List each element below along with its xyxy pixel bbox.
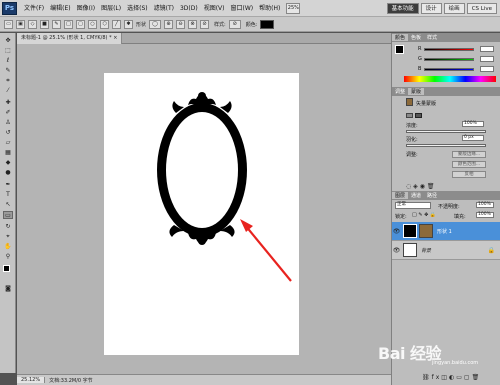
layer-name[interactable]: 形状 1 bbox=[437, 228, 452, 235]
tab-masks[interactable]: 蒙版 bbox=[408, 88, 425, 95]
zoom-status[interactable]: 25.12% bbox=[17, 377, 46, 383]
feather-slider[interactable] bbox=[406, 144, 486, 147]
channel-b-input[interactable] bbox=[480, 66, 494, 72]
panel-footer-icons: ◌ ◈ ◉ 🗑 bbox=[406, 183, 435, 190]
feather-input[interactable]: 0 px bbox=[462, 135, 484, 141]
tab-paths[interactable]: 路径 bbox=[424, 192, 440, 199]
layers-footer-icons: ⛓fx◫◐▭▢🗑 bbox=[422, 374, 481, 381]
channel-r-input[interactable] bbox=[480, 46, 494, 52]
status-bar: 25.12% 文档:33.2M/0 字节 bbox=[17, 374, 391, 385]
trash-icon[interactable]: 🗑 bbox=[472, 374, 482, 381]
apply-mask-icon[interactable]: ◈ bbox=[413, 183, 418, 190]
folder-icon[interactable]: ▭ bbox=[456, 374, 464, 381]
mask-thumbnail bbox=[406, 98, 413, 106]
layer-row-shape[interactable]: 👁 形状 1 bbox=[392, 222, 500, 241]
visibility-eye-icon[interactable]: 👁 bbox=[392, 247, 401, 254]
channel-b-slider[interactable] bbox=[424, 68, 474, 71]
refine-label: 调整: bbox=[406, 152, 418, 158]
layers-panel-header: 图层 通道 路径 bbox=[392, 191, 500, 200]
visibility-eye-icon[interactable]: 👁 bbox=[392, 228, 401, 235]
blend-mode-select[interactable]: 正常 bbox=[395, 202, 431, 209]
tab-channels[interactable]: 通道 bbox=[408, 192, 424, 199]
density-slider[interactable] bbox=[406, 130, 486, 133]
tab-styles[interactable]: 样式 bbox=[424, 34, 440, 41]
channel-g-slider[interactable] bbox=[424, 58, 474, 61]
channel-b-label: B bbox=[418, 66, 422, 72]
link-icon[interactable]: ⛓ bbox=[422, 374, 432, 381]
invert-button[interactable]: 反相 bbox=[452, 171, 486, 178]
tab-layers[interactable]: 图层 bbox=[392, 192, 409, 199]
feather-label: 羽化: bbox=[406, 137, 418, 143]
mask-edge-button[interactable]: 蒙版边缘... bbox=[452, 151, 486, 158]
color-spectrum[interactable] bbox=[404, 76, 496, 82]
fill-label: 填充: bbox=[454, 214, 466, 220]
baidu-watermark-url: jingyan.baidu.com bbox=[432, 360, 479, 366]
file-size-status: 文档:33.2M/0 字节 bbox=[49, 377, 93, 384]
panel-foreground-swatch[interactable] bbox=[395, 45, 404, 54]
density-label: 浓度: bbox=[406, 123, 418, 129]
lock-icon: 🔒 bbox=[487, 246, 495, 254]
tab-swatches[interactable]: 色板 bbox=[408, 34, 424, 41]
color-range-button[interactable]: 颜色范围... bbox=[452, 161, 486, 168]
load-selection-icon[interactable]: ◌ bbox=[406, 183, 411, 190]
tab-color[interactable]: 颜色 bbox=[392, 34, 409, 41]
lock-icons[interactable]: □ ✎ ✥ 🔒 bbox=[412, 212, 436, 218]
channel-g-label: G bbox=[418, 56, 422, 62]
panel-dock: 颜色 色板 样式 R G B 调整 蒙版 矢量蒙版 浓度: 100% 羽化: 0… bbox=[391, 33, 500, 385]
opacity-label: 不透明度: bbox=[438, 204, 460, 210]
channel-r-slider[interactable] bbox=[424, 48, 474, 51]
channel-r-label: R bbox=[418, 46, 422, 52]
masks-panel-header: 调整 蒙版 bbox=[392, 87, 500, 96]
pixel-mask-icon[interactable] bbox=[406, 113, 413, 118]
lock-label: 锁定: bbox=[395, 214, 407, 220]
tab-adjustments[interactable]: 调整 bbox=[392, 88, 408, 95]
fx-icon[interactable]: fx bbox=[432, 374, 442, 381]
layer-vector-mask-thumbnail bbox=[419, 224, 433, 238]
channel-g-input[interactable] bbox=[480, 56, 494, 62]
fill-input[interactable]: 100% bbox=[476, 212, 494, 218]
opacity-input[interactable]: 100% bbox=[476, 202, 494, 208]
color-panel-header: 颜色 色板 样式 bbox=[392, 33, 500, 42]
disable-mask-icon[interactable]: ◉ bbox=[420, 183, 425, 190]
density-input[interactable]: 100% bbox=[462, 121, 484, 127]
layer-background-thumbnail bbox=[403, 243, 417, 257]
mask-title: 矢量蒙版 bbox=[416, 101, 437, 107]
layer-name[interactable]: 背景 bbox=[421, 247, 431, 254]
new-layer-icon[interactable]: ▢ bbox=[464, 374, 472, 381]
add-mask-icon[interactable]: ◫ bbox=[441, 374, 449, 381]
delete-mask-icon[interactable]: 🗑 bbox=[427, 183, 435, 190]
layer-shape-thumbnail bbox=[403, 224, 417, 238]
layer-row-background[interactable]: 👁 背景 🔒 bbox=[392, 241, 500, 260]
vector-mask-icon[interactable] bbox=[415, 113, 422, 118]
